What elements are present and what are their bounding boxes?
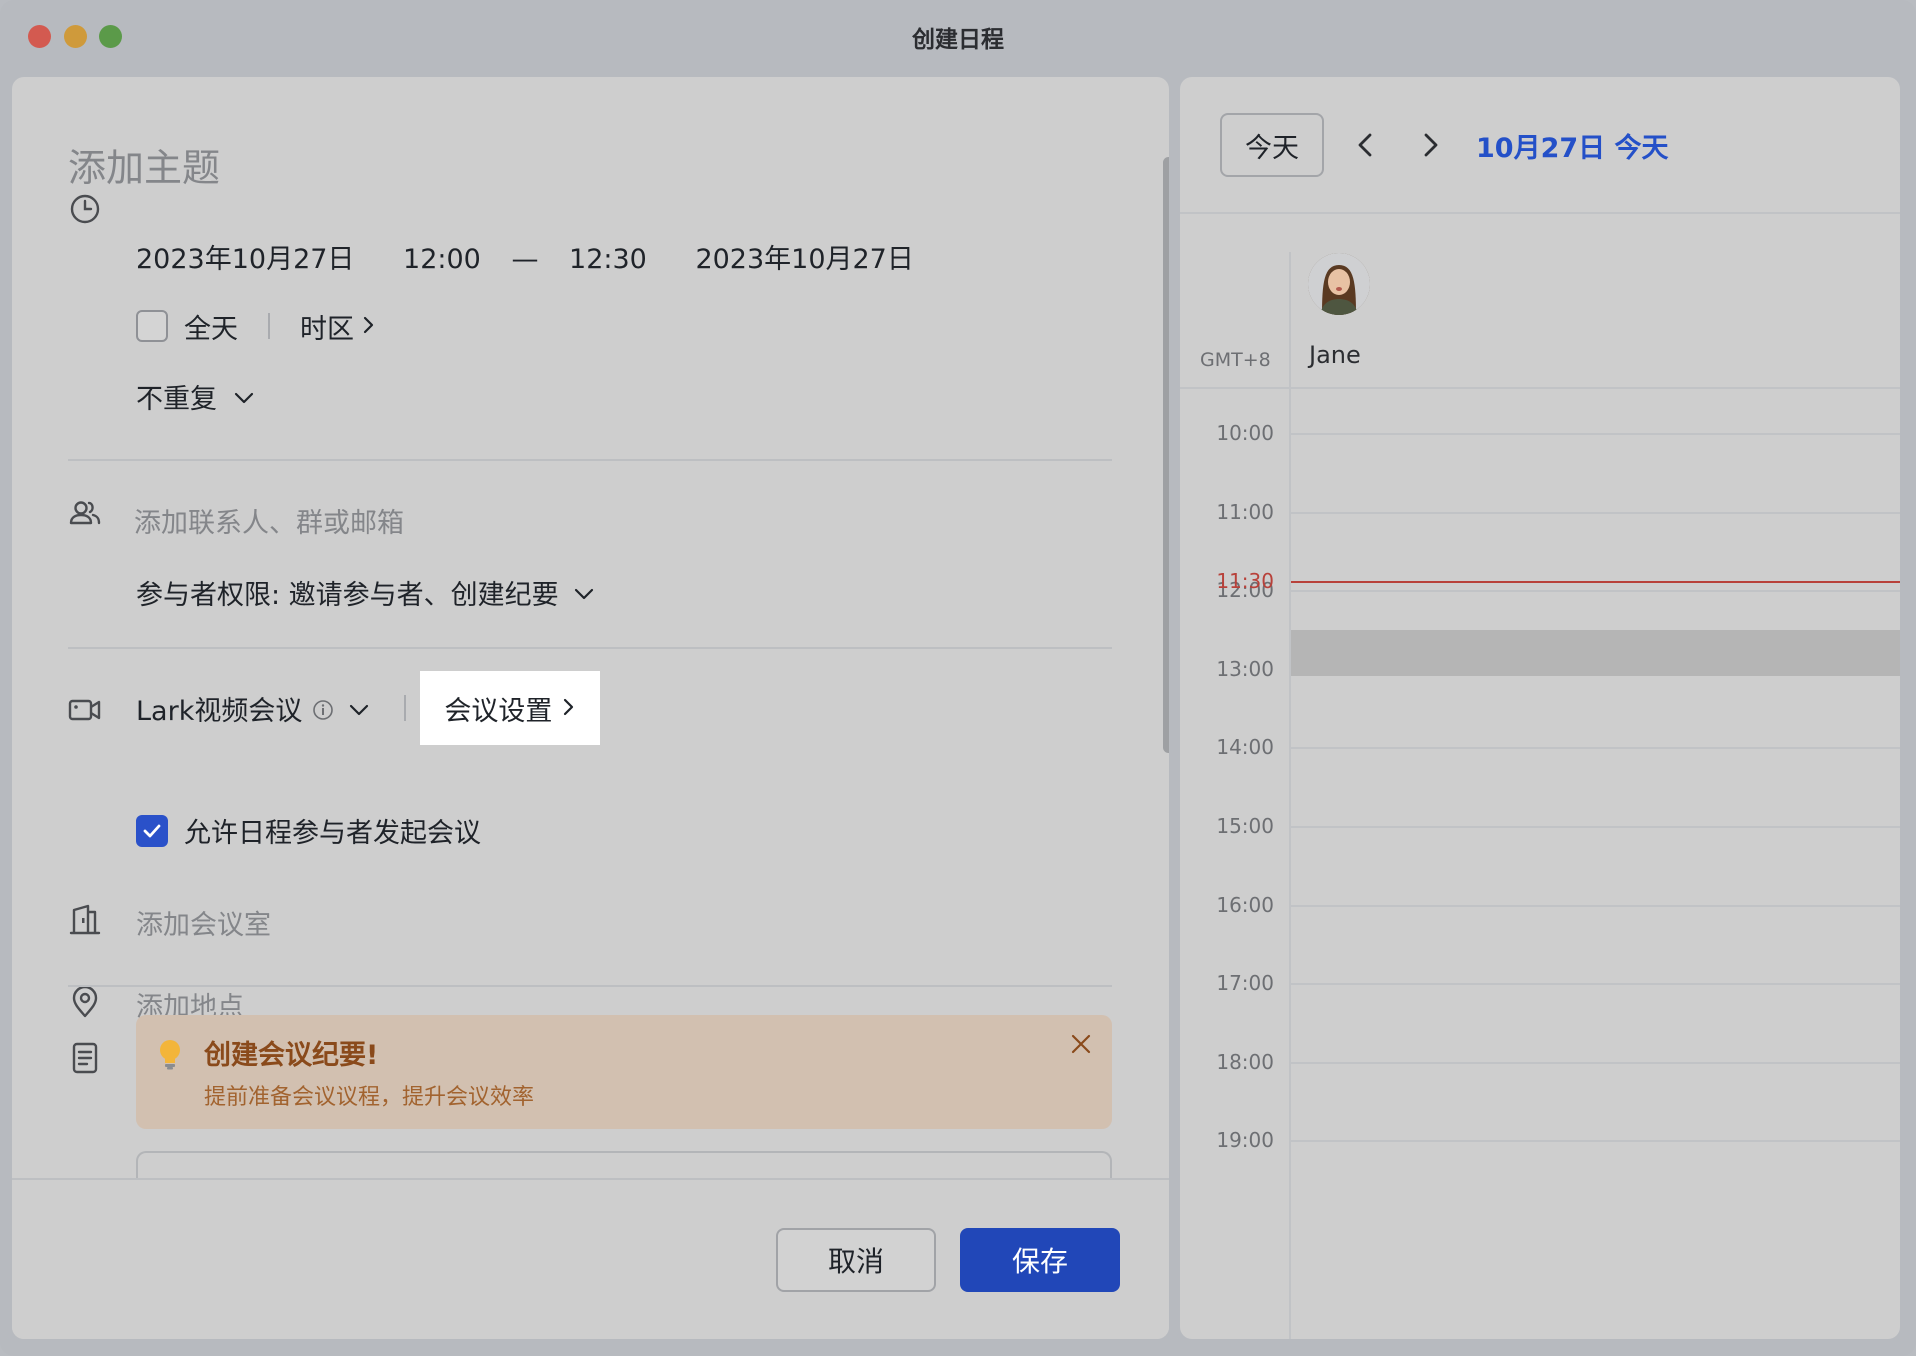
all-day-label: 全天: [184, 313, 238, 345]
tip-title: 创建会议纪要!: [204, 1040, 379, 1071]
chevron-down-icon: [233, 381, 255, 412]
lightbulb-icon: [156, 1037, 184, 1071]
hour-label: 17:00: [1216, 971, 1274, 995]
hour-line: [1291, 512, 1900, 514]
timezone-link[interactable]: 时区: [300, 307, 354, 346]
hour-line: [1291, 826, 1900, 828]
header-divider: [1180, 212, 1900, 214]
calendar-panel: 今天 10月27日 今天 GMT+8 Jane 10:00 11:00 12:00 1…: [1180, 77, 1900, 1339]
chevron-right-icon: [362, 311, 376, 342]
time-dash: —: [511, 244, 539, 275]
form-scrollbar[interactable]: [1163, 157, 1169, 753]
current-time-line: [1291, 581, 1900, 583]
hour-label: 18:00: [1216, 1050, 1274, 1074]
section-divider: [68, 459, 1112, 461]
hour-line: [1291, 983, 1900, 985]
current-date-label: 10月27日 今天: [1476, 133, 1669, 164]
window-title: 创建日程: [912, 27, 1004, 53]
today-button[interactable]: 今天: [1220, 113, 1324, 177]
hour-label: 11:00: [1216, 500, 1274, 524]
new-event-block[interactable]: [1291, 630, 1900, 676]
hour-line: [1291, 1140, 1900, 1142]
video-meeting-select[interactable]: Lark视频会议: [136, 689, 302, 728]
person-name: Jane: [1309, 341, 1361, 369]
hour-label: 13:00: [1216, 657, 1274, 681]
hour-line: [1291, 747, 1900, 749]
document-icon: [68, 1041, 102, 1075]
meeting-notes-tip: 创建会议纪要! 提前准备会议议程，提升会议效率: [136, 1015, 1112, 1129]
hour-label: 19:00: [1216, 1128, 1274, 1152]
time-axis-divider: [1289, 252, 1291, 1339]
end-time[interactable]: 12:30: [569, 244, 647, 275]
end-date[interactable]: 2023年10月27日: [695, 237, 913, 276]
start-date[interactable]: 2023年10月27日: [136, 237, 354, 276]
permission-label: 参与者权限: 邀请参与者、创建纪要: [136, 580, 559, 611]
chevron-right-icon[interactable]: [1414, 129, 1446, 161]
allow-attendees-checkbox[interactable]: [136, 814, 168, 847]
chevron-right-icon: [562, 693, 576, 724]
hour-label: 15:00: [1216, 814, 1274, 838]
repeat-label: 不重复: [136, 384, 217, 415]
chevron-down-icon: [573, 577, 595, 608]
allow-attendees-label: 允许日程参与者发起会议: [184, 818, 481, 849]
all-day-checkbox[interactable]: [136, 310, 168, 342]
chevron-down-icon[interactable]: [348, 693, 370, 724]
start-time[interactable]: 12:00: [403, 244, 481, 275]
attendee-input[interactable]: 添加联系人、群或邮箱: [134, 501, 404, 540]
section-divider-hidden: [68, 985, 1112, 987]
title-bar: 创建日程: [0, 0, 1916, 72]
event-form-panel: 添加主题 2023年10月27日 12:00 — 12:30 2023年10月2…: [12, 77, 1169, 1339]
meeting-room-icon: [68, 903, 102, 937]
hour-line: [1291, 905, 1900, 907]
create-event-window: 创建日程 添加主题 2023年10月27日 12:00 — 12:30 2023…: [0, 0, 1916, 1356]
time-range: 2023年10月27日 12:00 — 12:30 2023年10月27日: [136, 237, 914, 276]
repeat-select[interactable]: 不重复: [136, 377, 255, 416]
all-day-row: 全天 时区: [136, 307, 376, 346]
video-meeting-row: Lark视频会议 会议设置: [136, 670, 601, 746]
allow-attendees-row: 允许日程参与者发起会议: [136, 811, 481, 850]
close-icon[interactable]: [1068, 1031, 1094, 1057]
tip-subtitle: 提前准备会议议程，提升会议效率: [204, 1085, 535, 1110]
hour-label: 14:00: [1216, 735, 1274, 759]
meeting-settings-button[interactable]: 会议设置: [420, 671, 601, 745]
separator: [268, 313, 270, 339]
hour-label: 16:00: [1216, 893, 1274, 917]
hour-line: [1291, 1062, 1900, 1064]
chevron-left-icon[interactable]: [1350, 129, 1382, 161]
room-input[interactable]: 添加会议室: [136, 903, 271, 942]
cancel-button[interactable]: 取消: [776, 1228, 936, 1292]
permission-select[interactable]: 参与者权限: 邀请参与者、创建纪要: [136, 573, 595, 612]
clock-icon: [68, 192, 102, 226]
hour-line: [1291, 433, 1900, 435]
hour-line: [1291, 590, 1900, 592]
column-header-divider: [1180, 387, 1900, 389]
video-camera-icon: [68, 693, 102, 727]
hour-label: 10:00: [1216, 421, 1274, 445]
separator: [404, 695, 407, 721]
section-divider: [68, 647, 1112, 649]
current-time-label: 11:30: [1216, 569, 1274, 593]
subject-input[interactable]: 添加主题: [68, 137, 220, 192]
timezone-label: GMT+8: [1200, 349, 1271, 371]
location-pin-icon: [68, 985, 102, 1019]
people-icon: [68, 496, 102, 530]
meeting-settings-label: 会议设置: [444, 695, 553, 727]
save-button[interactable]: 保存: [960, 1228, 1120, 1292]
info-icon[interactable]: [312, 697, 334, 720]
avatar: [1308, 253, 1370, 315]
